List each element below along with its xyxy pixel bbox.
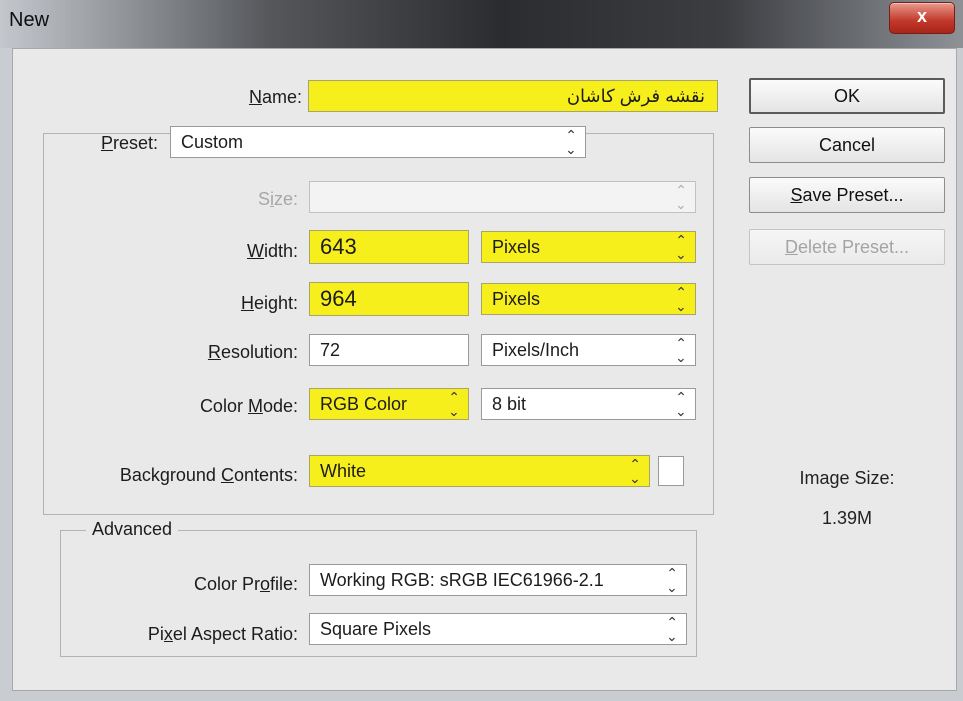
- image-size-value: 1.39M: [821, 508, 873, 528]
- cancel-button[interactable]: Cancel: [749, 127, 945, 163]
- delete-preset-button: Delete Preset...: [749, 229, 945, 265]
- background-contents-label: Background Contents:: [119, 465, 298, 485]
- updown-chevron-icon: ⌃ ⌃: [666, 615, 678, 643]
- name-label: Name:: [248, 87, 302, 107]
- color-profile-select[interactable]: Working RGB: sRGB IEC61966-2.1 ⌃ ⌃: [309, 564, 687, 596]
- pixel-aspect-ratio-value: Square Pixels: [320, 619, 432, 639]
- updown-chevron-icon: ⌃ ⌃: [675, 390, 687, 418]
- pixel-aspect-ratio-label: Pixel Aspect Ratio:: [147, 624, 298, 644]
- color-mode-select[interactable]: RGB Color ⌃ ⌃: [309, 388, 469, 420]
- updown-chevron-icon: ⌃ ⌃: [675, 285, 687, 313]
- title-bar[interactable]: New x: [0, 0, 963, 48]
- image-size-label: Image Size:: [799, 468, 895, 488]
- color-mode-value: RGB Color: [320, 394, 408, 414]
- width-unit-value: Pixels: [492, 237, 541, 257]
- updown-chevron-icon: ⌃ ⌃: [629, 457, 641, 485]
- close-icon: x: [916, 6, 927, 26]
- width-label: Width:: [246, 241, 298, 261]
- name-input[interactable]: نقشه فرش کاشان: [308, 80, 718, 112]
- advanced-group-title: Advanced: [86, 519, 179, 540]
- color-profile-value: Working RGB: sRGB IEC61966-2.1: [320, 570, 604, 590]
- height-input[interactable]: 964: [309, 282, 469, 316]
- bit-depth-select[interactable]: 8 bit ⌃ ⌃: [481, 388, 696, 420]
- close-button[interactable]: x: [889, 2, 955, 34]
- size-label: Size:: [257, 189, 298, 209]
- preset-label: Preset:: [100, 133, 158, 153]
- height-unit-select[interactable]: Pixels ⌃ ⌃: [481, 283, 696, 315]
- bit-depth-value: 8 bit: [492, 394, 527, 414]
- updown-chevron-icon: ⌃ ⌃: [675, 336, 687, 364]
- background-contents-value: White: [320, 461, 367, 481]
- resolution-unit-value: Pixels/Inch: [492, 340, 580, 360]
- color-profile-label: Color Profile:: [193, 574, 298, 594]
- preset-value: Custom: [181, 132, 244, 152]
- background-color-swatch[interactable]: [658, 456, 684, 486]
- resolution-unit-select[interactable]: Pixels/Inch ⌃ ⌃: [481, 334, 696, 366]
- updown-chevron-icon: ⌃ ⌃: [666, 566, 678, 594]
- updown-chevron-icon: ⌃ ⌃: [675, 233, 687, 261]
- window-title: New: [9, 9, 50, 31]
- window-frame-left: [0, 48, 12, 701]
- background-contents-select[interactable]: White ⌃ ⌃: [309, 455, 650, 487]
- updown-chevron-icon: ⌃ ⌃: [675, 183, 687, 211]
- resolution-input[interactable]: 72: [309, 334, 469, 366]
- size-select: ⌃ ⌃: [309, 181, 696, 213]
- pixel-aspect-ratio-select[interactable]: Square Pixels ⌃ ⌃: [309, 613, 687, 645]
- width-input[interactable]: 643: [309, 230, 469, 264]
- color-mode-label: Color Mode:: [199, 396, 298, 416]
- resolution-label: Resolution:: [207, 342, 298, 362]
- updown-chevron-icon: ⌃ ⌃: [448, 390, 460, 418]
- width-unit-select[interactable]: Pixels ⌃ ⌃: [481, 231, 696, 263]
- save-preset-button[interactable]: Save Preset...: [749, 177, 945, 213]
- ok-button[interactable]: OK: [749, 78, 945, 114]
- height-label: Height:: [240, 293, 298, 313]
- preset-select[interactable]: Custom ⌃ ⌃: [170, 126, 586, 158]
- height-unit-value: Pixels: [492, 289, 541, 309]
- updown-chevron-icon: ⌃ ⌃: [565, 128, 577, 156]
